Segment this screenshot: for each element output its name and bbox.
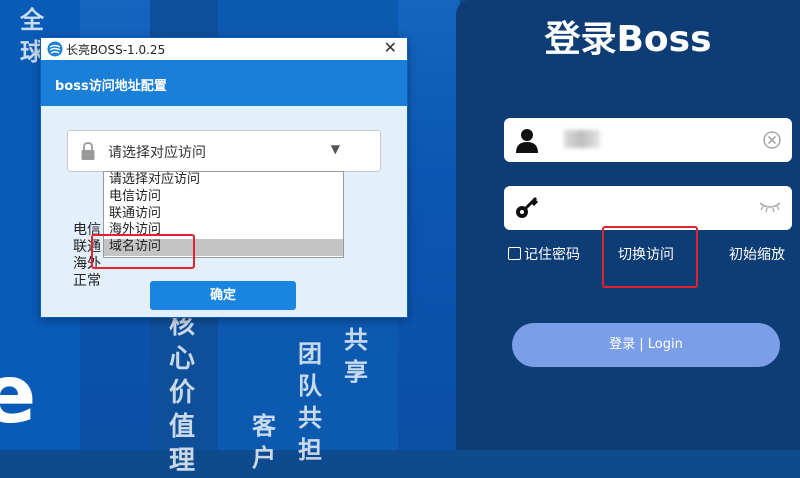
dialog-window-title: 长亮BOSS-1.0.25	[66, 43, 166, 57]
remember-password-checkbox[interactable]: 记住密码	[508, 244, 580, 264]
chevron-down-icon[interactable]: ▼	[331, 142, 340, 156]
lock-icon	[80, 141, 96, 165]
option-label: 正常	[73, 273, 101, 289]
key-icon	[514, 195, 540, 221]
reset-zoom-link[interactable]: 初始缩放	[729, 244, 785, 264]
background-text: 共 享	[344, 326, 368, 386]
close-icon[interactable]: ✕	[384, 38, 397, 57]
background-logo-letter: e	[0, 348, 37, 441]
checkbox[interactable]	[508, 247, 521, 260]
dropdown-option[interactable]: 联通访问	[104, 206, 343, 223]
eye-closed-icon[interactable]	[758, 198, 782, 217]
dialog-header: boss访问地址配置	[41, 60, 407, 106]
access-config-dialog: 长亮BOSS-1.0.25 ✕ boss访问地址配置 请选择对应访问 ▼ 电信 …	[40, 37, 408, 318]
select-value: 请选择对应访问	[108, 145, 206, 161]
username-field[interactable]	[504, 118, 792, 162]
user-icon	[514, 127, 540, 153]
access-select[interactable]: 请选择对应访问 ▼	[67, 130, 381, 172]
background-text: 核 心 价 值 理	[168, 310, 195, 476]
login-button[interactable]: 登录 | Login	[512, 323, 780, 367]
highlight-box	[91, 234, 195, 269]
login-panel: 登录Boss 记住密码 切换访问 初始缩放 登录 | Login	[456, 0, 800, 450]
username-value-blurred	[564, 130, 600, 148]
password-field[interactable]	[504, 186, 792, 230]
background-text: 团 队 共 担	[298, 340, 322, 464]
app-logo-icon	[47, 41, 63, 57]
dialog-header-title: boss访问地址配置	[55, 79, 167, 94]
clear-icon[interactable]	[762, 130, 782, 154]
highlight-box	[602, 226, 698, 288]
background-text: 客 户	[252, 412, 276, 472]
remember-password-label: 记住密码	[524, 247, 580, 263]
dropdown-option[interactable]: 请选择对应访问	[104, 172, 343, 189]
dropdown-option[interactable]: 电信访问	[104, 189, 343, 206]
dialog-titlebar: 长亮BOSS-1.0.25 ✕	[41, 38, 407, 60]
confirm-button[interactable]: 确定	[150, 281, 296, 310]
login-title: 登录Boss	[544, 19, 712, 60]
